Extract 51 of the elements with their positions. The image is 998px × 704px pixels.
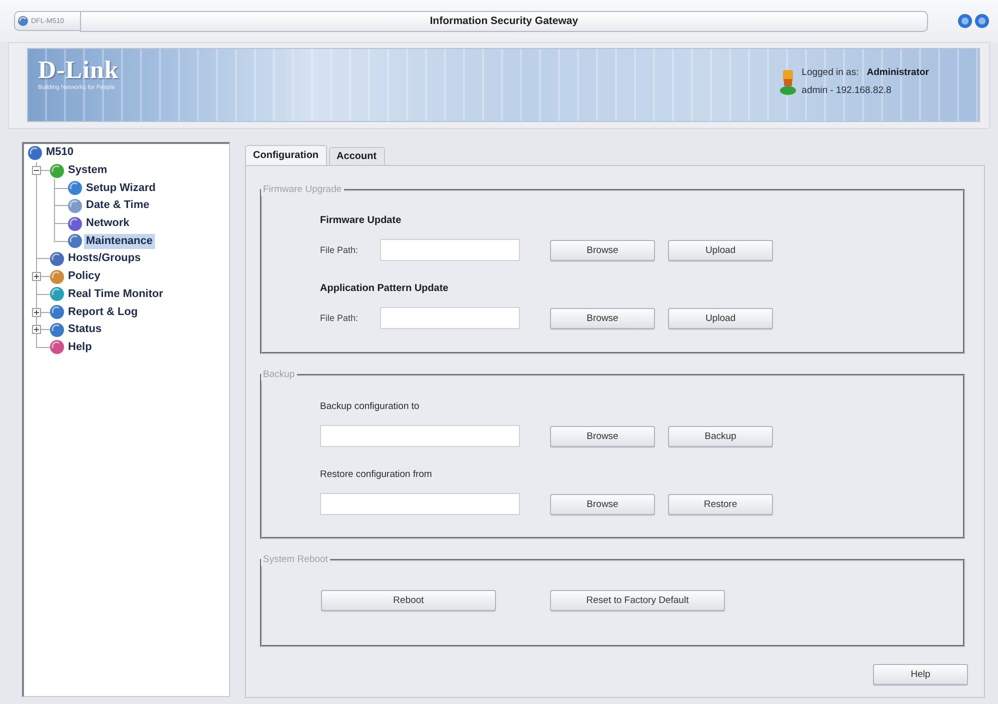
sphere-icon [18, 16, 28, 26]
browse-button[interactable]: Browse [550, 426, 655, 446]
field-label: File Path: [320, 313, 360, 323]
tab[interactable]: Account [328, 147, 385, 165]
browse-button[interactable]: Browse [550, 240, 655, 260]
section-legend: Firmware Upgrade [261, 184, 344, 196]
browse-button[interactable]: Browse [550, 494, 655, 514]
login-label: Logged in as: [802, 66, 859, 80]
ring-icon[interactable] [958, 14, 972, 28]
tree-item[interactable]: Network [84, 216, 132, 232]
section-heading: Firmware Update [320, 214, 402, 228]
file-path-field[interactable] [320, 493, 520, 515]
plus-icon[interactable] [32, 272, 41, 282]
tree-item[interactable]: Help [66, 340, 94, 355]
tree-item[interactable]: System [66, 163, 110, 178]
section-legend: Backup [261, 369, 297, 381]
tree-item[interactable]: Maintenance [84, 234, 155, 249]
action-button[interactable]: Backup [668, 426, 773, 446]
action-button[interactable]: Restore [668, 494, 773, 514]
field-label: Restore configuration from [320, 468, 433, 482]
section-legend: System Reboot [261, 554, 330, 566]
tree-item[interactable]: Status [66, 322, 104, 338]
file-path-field[interactable] [320, 425, 520, 447]
tree-item[interactable]: Report & Log [66, 304, 140, 320]
minus-icon[interactable] [32, 166, 41, 176]
field-label: Backup configuration to [320, 400, 420, 414]
tree-item[interactable]: Policy [66, 269, 102, 284]
ring-icon[interactable] [975, 14, 989, 28]
tab[interactable]: Configuration [245, 145, 327, 165]
session-info: admin - 192.168.82.8 [802, 84, 892, 98]
plus-icon[interactable] [32, 325, 41, 334]
field-label: File Path: [320, 245, 360, 255]
tree-item[interactable]: Real Time Monitor [66, 286, 166, 302]
section-heading: Application Pattern Update [320, 282, 450, 296]
window-title: Information Security Gateway [430, 15, 578, 27]
tree-item[interactable]: M510 [44, 145, 76, 160]
reset-button[interactable]: Reset to Factory Default [550, 590, 725, 611]
plus-icon[interactable] [32, 308, 41, 317]
user-icon [780, 69, 796, 95]
browse-button[interactable]: Browse [550, 308, 655, 328]
tree-item[interactable]: Setup Wizard [84, 180, 158, 196]
help-button[interactable]: Help [873, 664, 968, 685]
tree-item[interactable]: Hosts/Groups [66, 251, 143, 266]
action-button[interactable]: Upload [668, 308, 773, 328]
user-name: Administrator [866, 66, 929, 80]
file-path-field[interactable] [380, 239, 520, 261]
tree-item[interactable]: Date & Time [84, 198, 152, 214]
reboot-button[interactable]: Reboot [321, 590, 496, 611]
file-path-field[interactable] [380, 307, 520, 329]
logo-text: D-Link [38, 58, 119, 84]
action-button[interactable]: Upload [668, 240, 773, 260]
